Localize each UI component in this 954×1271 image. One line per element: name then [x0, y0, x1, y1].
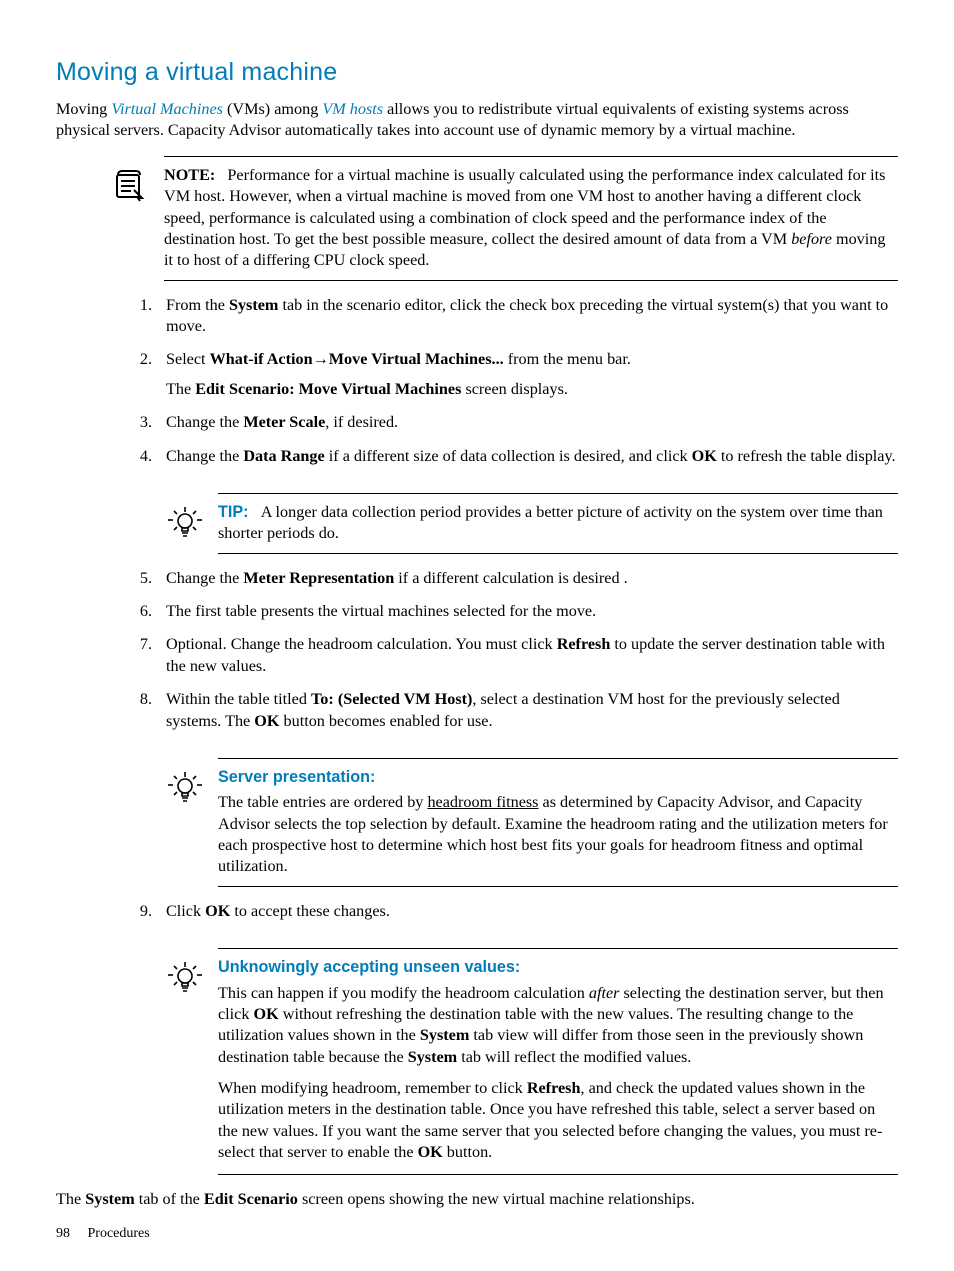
note-italic: before: [791, 230, 832, 248]
text: tab of the: [135, 1190, 204, 1208]
headroom-fitness-term: headroom fitness: [427, 793, 538, 811]
text: Moving: [56, 100, 111, 118]
procedure-steps: 5. Change the Meter Representation if a …: [128, 568, 898, 744]
step: 3. Change the Meter Scale, if desired.: [128, 412, 898, 445]
bold: System: [420, 1026, 469, 1044]
arrow: →: [313, 350, 329, 368]
text: From the: [166, 296, 229, 314]
link-virtual-machines[interactable]: Virtual Machines: [111, 100, 223, 118]
text: The: [166, 380, 195, 398]
text: to refresh the table display.: [717, 447, 896, 465]
server-presentation-callout: Server presentation: The table entries a…: [56, 758, 898, 887]
bold: Edit Scenario: [204, 1190, 298, 1208]
bold: OK: [205, 902, 230, 920]
step-number: 2.: [128, 349, 152, 370]
note-icon: [112, 168, 146, 202]
footer-section: Procedures: [88, 1226, 150, 1241]
tip-label: TIP:: [218, 503, 249, 521]
bold: Meter Representation: [243, 569, 394, 587]
bold: OK: [254, 1005, 279, 1023]
text: screen displays.: [461, 380, 568, 398]
bold: Meter Scale: [243, 413, 325, 431]
text: button becomes enabled for use.: [279, 712, 492, 730]
step-number: 8.: [128, 689, 152, 710]
bold: System: [229, 296, 278, 314]
bold: OK: [254, 712, 279, 730]
bold: Refresh: [557, 635, 611, 653]
bold: OK: [418, 1143, 443, 1161]
text: button.: [443, 1143, 492, 1161]
text: Select: [166, 350, 210, 368]
text: When modifying headroom, remember to cli…: [218, 1079, 527, 1097]
text: screen opens showing the new virtual mac…: [298, 1190, 695, 1208]
bold: Data Range: [243, 447, 324, 465]
bold: OK: [692, 447, 717, 465]
bold: Refresh: [527, 1079, 581, 1097]
step-number: 3.: [128, 412, 152, 433]
lightbulb-icon: [168, 770, 202, 808]
procedure-steps: 9. Click OK to accept these changes.: [128, 901, 898, 934]
procedure-steps: 1. From the System tab in the scenario e…: [128, 295, 898, 479]
note-callout: NOTE: Performance for a virtual machine …: [56, 156, 898, 281]
text: tab will reflect the modified values.: [457, 1048, 691, 1066]
note-text: Performance for a virtual machine is usu…: [164, 166, 885, 248]
step: 7. Optional. Change the headroom calcula…: [128, 634, 898, 689]
step-number: 9.: [128, 901, 152, 922]
step: 5. Change the Meter Representation if a …: [128, 568, 898, 601]
step: 6. The first table presents the virtual …: [128, 601, 898, 634]
step-number: 6.: [128, 601, 152, 622]
text: Click: [166, 902, 205, 920]
bold: System: [408, 1048, 457, 1066]
bold: System: [85, 1190, 134, 1208]
unseen-values-label: Unknowingly accepting unseen values:: [218, 957, 898, 978]
unseen-values-callout: Unknowingly accepting unseen values: Thi…: [56, 948, 898, 1174]
tip-callout: TIP: A longer data collection period pro…: [56, 493, 898, 554]
step: 8. Within the table titled To: (Selected…: [128, 689, 898, 744]
page-number: 98: [56, 1226, 70, 1241]
server-presentation-label: Server presentation:: [218, 767, 898, 788]
note-label: NOTE:: [164, 166, 215, 184]
italic: after: [589, 984, 620, 1002]
step-number: 7.: [128, 634, 152, 655]
text: (VMs) among: [223, 100, 322, 118]
step: 2. Select What-if Action→Move Virtual Ma…: [128, 349, 898, 412]
step: 1. From the System tab in the scenario e…: [128, 295, 898, 350]
text: The first table presents the virtual mac…: [166, 602, 596, 620]
step-number: 4.: [128, 446, 152, 467]
section-heading: Moving a virtual machine: [56, 56, 898, 89]
bold: What-if Action: [210, 350, 313, 368]
text: Change the: [166, 447, 243, 465]
text: if a different calculation is desired .: [394, 569, 627, 587]
step: 9. Click OK to accept these changes.: [128, 901, 898, 934]
lightbulb-icon: [168, 505, 202, 543]
step: 4. Change the Data Range if a different …: [128, 446, 898, 479]
bold: Move Virtual Machines...: [329, 350, 504, 368]
closing-paragraph: The System tab of the Edit Scenario scre…: [56, 1189, 898, 1210]
page-footer: 98 Procedures: [56, 1225, 150, 1243]
text: Change the: [166, 413, 243, 431]
text: to accept these changes.: [230, 902, 390, 920]
text: This can happen if you modify the headro…: [218, 984, 589, 1002]
text: Change the: [166, 569, 243, 587]
tip-text: A longer data collection period provides…: [218, 503, 883, 542]
step-number: 5.: [128, 568, 152, 589]
step-number: 1.: [128, 295, 152, 316]
text: , if desired.: [325, 413, 398, 431]
text: if a different size of data collection i…: [325, 447, 692, 465]
text: Within the table titled: [166, 690, 311, 708]
link-vm-hosts[interactable]: VM hosts: [322, 100, 383, 118]
intro-paragraph: Moving Virtual Machines (VMs) among VM h…: [56, 99, 898, 142]
bold: To: (Selected VM Host): [311, 690, 472, 708]
bold: Edit Scenario: Move Virtual Machines: [195, 380, 461, 398]
text: The: [56, 1190, 85, 1208]
text: The table entries are ordered by: [218, 793, 427, 811]
lightbulb-icon: [168, 960, 202, 998]
text: Optional. Change the headroom calculatio…: [166, 635, 557, 653]
text: from the menu bar.: [504, 350, 631, 368]
